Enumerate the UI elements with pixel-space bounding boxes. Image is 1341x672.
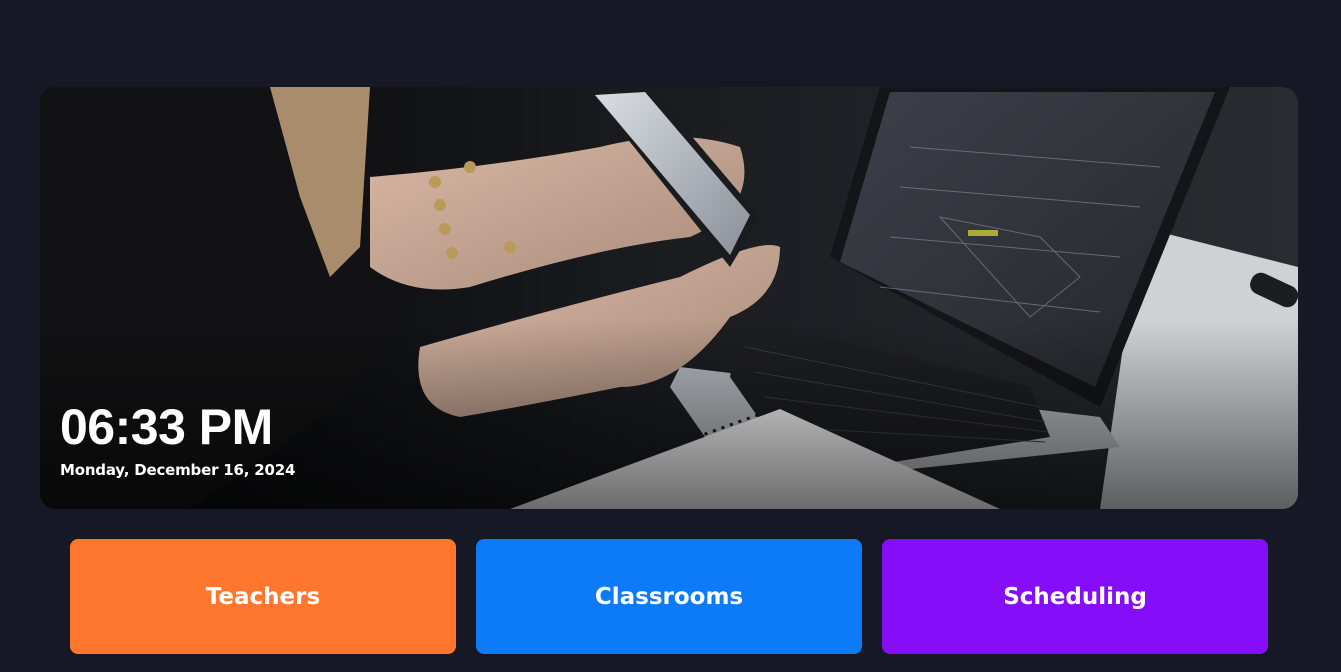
- clock-time: 06:33 PM: [60, 399, 273, 455]
- classrooms-tile-label: Classrooms: [594, 583, 744, 610]
- scheduling-tile-label: Scheduling: [1003, 583, 1147, 610]
- clock-date: Monday, December 16, 2024: [60, 461, 296, 479]
- classrooms-tile[interactable]: Classrooms: [476, 539, 862, 654]
- clock-overlay: 06:33 PM Monday, December 16, 2024: [60, 399, 295, 479]
- teachers-tile[interactable]: Teachers: [70, 539, 456, 654]
- navigation-tiles: Teachers Classrooms Scheduling: [70, 539, 1268, 654]
- hero-banner: 06:33 PM Monday, December 16, 2024: [40, 87, 1298, 509]
- teachers-tile-label: Teachers: [205, 583, 321, 610]
- scheduling-tile[interactable]: Scheduling: [882, 539, 1268, 654]
